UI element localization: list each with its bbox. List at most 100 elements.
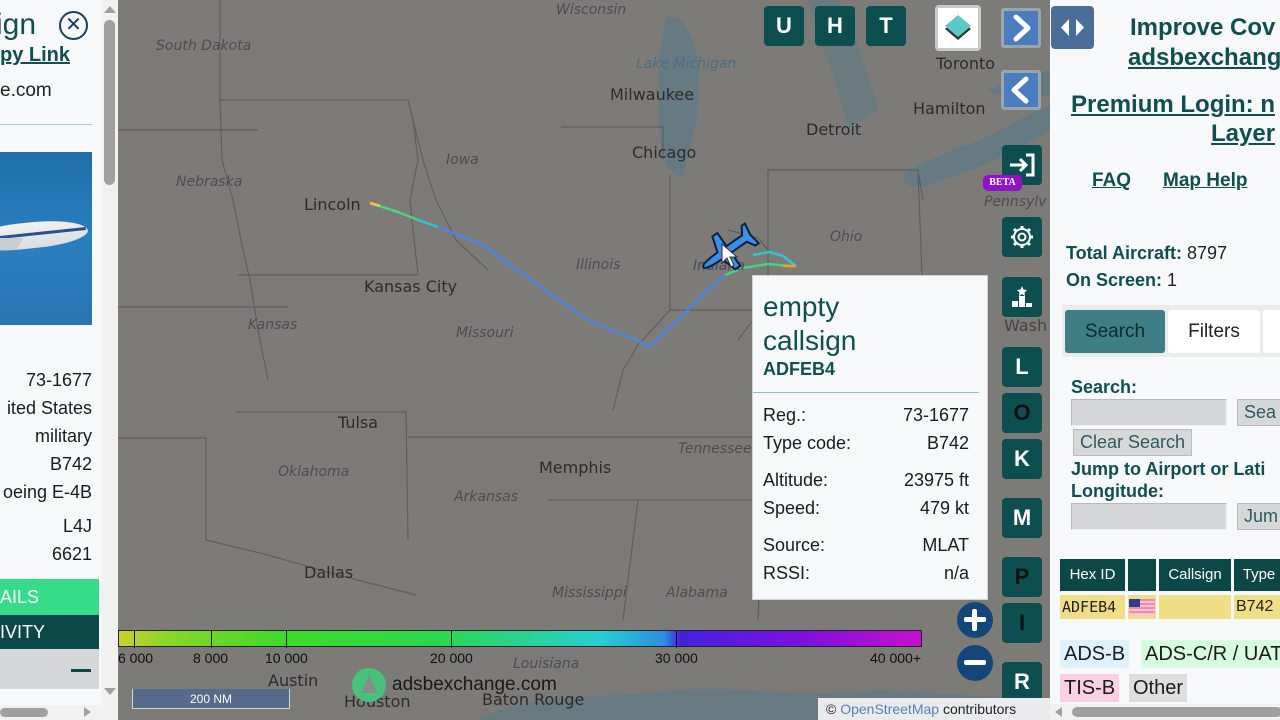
state-label: Nebraska	[176, 174, 243, 190]
scroll-left-icon[interactable]	[1055, 707, 1062, 717]
state-label: Oklahoma	[278, 464, 350, 480]
clear-search-button[interactable]: Clear Search	[1073, 429, 1193, 456]
collapse-button[interactable]	[0, 649, 99, 689]
state-label: Mississippi	[552, 585, 627, 601]
category-value: military	[35, 426, 92, 446]
legend-tick	[211, 631, 212, 648]
type-code-value: B742	[49, 454, 92, 474]
tab-more[interactable]	[1263, 310, 1280, 353]
toggle-l-button[interactable]: L	[1002, 347, 1042, 387]
settings-button[interactable]	[1002, 217, 1042, 257]
legend-ads-b: ADS-B	[1060, 640, 1130, 668]
popup-row-rssi: RSSI: n/a	[763, 563, 969, 583]
podium-star-icon	[1012, 286, 1032, 307]
state-label: Pennsylv	[984, 194, 1047, 210]
beta-badge: BETA	[983, 175, 1022, 191]
state-label: Missouri	[456, 325, 514, 341]
horizontal-scrollbar[interactable]	[0, 705, 118, 720]
column-header-flag[interactable]	[1128, 559, 1156, 591]
water-label: Lake Michigan	[636, 56, 737, 72]
jump-label: Jump to Airport or Lati	[1071, 459, 1266, 479]
popup-callsign: empty callsign	[763, 291, 857, 356]
zoom-out-button[interactable]	[957, 645, 993, 681]
aircraft-photo[interactable]	[0, 152, 92, 325]
city-label: Toronto	[936, 54, 996, 73]
tab-filters[interactable]: Filters	[1168, 310, 1260, 353]
improve-coverage-heading: Improve Cov	[1130, 14, 1276, 41]
cell-callsign	[1159, 595, 1231, 619]
toggle-k-button[interactable]: K	[1002, 439, 1042, 479]
toggle-u-button[interactable]: U	[764, 6, 804, 46]
premium-login-link[interactable]: Premium Login: n	[1071, 91, 1275, 119]
vertical-scrollbar[interactable]	[101, 0, 118, 705]
toggle-t-button[interactable]: T	[866, 6, 906, 46]
app-root: ign ✕ py Link e.com 73-1677 ited States …	[0, 0, 1280, 720]
search-button[interactable]: Sea	[1237, 399, 1280, 426]
popup-row-registration: Reg.: 73-1677	[763, 405, 969, 425]
scroll-thumb[interactable]	[104, 20, 115, 185]
leaderboard-button[interactable]	[1002, 277, 1042, 317]
map-attribution: © OpenStreetMap contributors	[818, 698, 1050, 720]
toggle-h-button[interactable]: H	[815, 6, 855, 46]
activity-button[interactable]: IVITY	[0, 615, 99, 649]
scroll-thumb[interactable]	[0, 708, 48, 717]
scroll-right-icon[interactable]	[84, 707, 91, 717]
state-label: Alabama	[666, 585, 728, 601]
map-canvas[interactable]: South Dakota Nebraska Iowa Kansas Illino…	[118, 0, 1050, 720]
adsbx-link[interactable]: adsbexchang	[1128, 44, 1280, 72]
squawk-value: 6621	[51, 544, 92, 564]
scroll-thumb[interactable]	[1072, 707, 1280, 717]
legend-label: 40 000+	[870, 650, 921, 666]
toggle-p-button[interactable]: P	[1002, 557, 1042, 597]
map-layers-button[interactable]	[935, 5, 981, 51]
minus-icon	[71, 669, 91, 672]
chevron-right-icon	[1013, 14, 1031, 42]
osm-link[interactable]: OpenStreetMap	[840, 701, 939, 717]
premium-login-link-line2[interactable]: Layer	[1211, 120, 1275, 148]
state-label: Wash	[1004, 316, 1048, 335]
details-button[interactable]: AILS	[0, 579, 99, 615]
state-label: Ohio	[830, 229, 863, 245]
wtc-value: L4J	[62, 516, 92, 536]
next-button[interactable]	[1001, 8, 1041, 48]
expand-collapse-icon	[1061, 19, 1084, 36]
legend-label: 20 000	[430, 650, 473, 666]
legend-tick	[286, 631, 287, 648]
column-header-callsign[interactable]: Callsign	[1159, 559, 1231, 591]
toggle-o-button[interactable]: O	[1002, 393, 1042, 433]
faq-link[interactable]: FAQ	[1092, 170, 1131, 192]
country-value: ited States	[6, 398, 92, 418]
legend-tick	[134, 631, 135, 648]
close-icon[interactable]: ✕	[59, 11, 88, 40]
state-label: Wisconsin	[556, 2, 627, 18]
jump-input[interactable]	[1071, 503, 1227, 530]
toggle-i-button[interactable]: I	[1002, 603, 1042, 643]
altitude-legend-bar	[118, 630, 922, 648]
popup-row-source: Source: MLAT	[763, 535, 969, 555]
previous-button[interactable]	[1001, 70, 1041, 110]
aircraft-info-panel: ign ✕ py Link e.com 73-1677 ited States …	[0, 0, 120, 720]
legend-ads-c: ADS-C/R / UAT	[1141, 640, 1280, 668]
copy-link[interactable]: py Link	[0, 44, 70, 67]
jump-button[interactable]: Jum	[1237, 503, 1280, 530]
zoom-in-button[interactable]	[957, 602, 993, 638]
state-label: Iowa	[446, 152, 479, 168]
map-help-link[interactable]: Map Help	[1163, 170, 1247, 192]
legend-other: Other	[1129, 674, 1188, 702]
horizontal-scrollbar[interactable]	[1050, 704, 1280, 720]
aircraft-popup[interactable]: empty callsign ADFEB4 Reg.: 73-1677 Type …	[752, 275, 988, 600]
toggle-sidebar-button[interactable]	[1051, 6, 1094, 49]
total-aircraft-stat: Total Aircraft: 8797	[1066, 243, 1228, 263]
column-header-hex[interactable]: Hex ID	[1060, 559, 1125, 591]
search-input[interactable]	[1071, 399, 1227, 426]
popup-row-speed: Speed: 479 kt	[763, 498, 969, 518]
city-label: Milwaukee	[610, 85, 695, 104]
site-link[interactable]: e.com	[0, 80, 52, 102]
toggle-m-button[interactable]: M	[1002, 498, 1042, 538]
tab-search[interactable]: Search	[1065, 310, 1165, 353]
scale-bar: 200 NM	[132, 689, 290, 709]
column-header-type[interactable]: Type	[1234, 559, 1280, 591]
scroll-down-icon[interactable]	[104, 688, 116, 695]
scroll-up-icon[interactable]	[104, 6, 116, 13]
toggle-r-button[interactable]: R	[1002, 662, 1042, 702]
